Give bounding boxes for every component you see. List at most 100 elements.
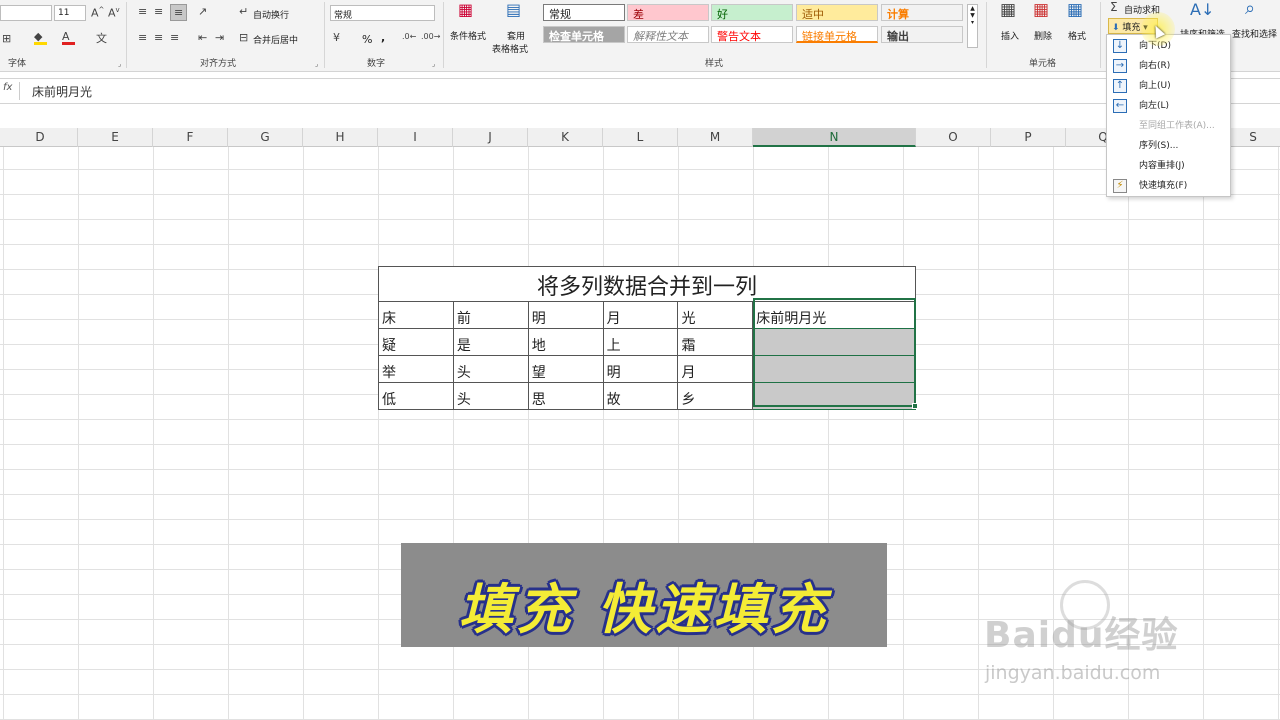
align-middle-icon[interactable]: ≡: [154, 6, 163, 17]
table-cell[interactable]: 故: [602, 382, 679, 410]
increase-decimal-icon[interactable]: .0←: [402, 33, 416, 41]
percent-button[interactable]: %: [362, 33, 372, 46]
insert-cells-button[interactable]: 插入: [1001, 29, 1019, 42]
merge-center-icon[interactable]: ⊟: [239, 32, 248, 43]
column-header-l[interactable]: L: [603, 128, 678, 147]
column-header-h[interactable]: H: [303, 128, 378, 147]
fill-menu-item-3[interactable]: ← 向左(L): [1111, 97, 1227, 115]
table-cell[interactable]: 是: [452, 328, 529, 356]
table-cell[interactable]: 望: [527, 355, 604, 383]
font-size-select[interactable]: 11: [54, 5, 86, 21]
cell-style-5[interactable]: 检查单元格: [543, 26, 625, 43]
orientation-icon[interactable]: ↗: [198, 6, 207, 17]
column-header-p[interactable]: P: [991, 128, 1066, 147]
column-header-m[interactable]: M: [678, 128, 753, 147]
decrease-indent-icon[interactable]: ⇤: [198, 32, 207, 43]
number-format-select[interactable]: 常规: [330, 5, 435, 21]
find-select-button[interactable]: 查找和选择: [1232, 27, 1277, 40]
table-cell[interactable]: 床: [378, 301, 454, 329]
fill-color-icon[interactable]: ◆: [34, 31, 47, 45]
column-header-o[interactable]: O: [916, 128, 991, 147]
table-cell[interactable]: 思: [527, 382, 604, 410]
cell-style-4[interactable]: 计算: [881, 4, 963, 21]
fill-menu-item-5[interactable]: 序列(S)...: [1111, 137, 1227, 155]
table-cell[interactable]: 乡: [677, 382, 754, 410]
align-bottom-icon[interactable]: ≡: [170, 4, 188, 21]
align-top-icon[interactable]: ≡: [138, 6, 147, 17]
column-header-j[interactable]: J: [453, 128, 528, 147]
table-format-icon[interactable]: ▤: [506, 2, 521, 18]
table-cell[interactable]: 举: [378, 355, 454, 383]
column-header-f[interactable]: F: [153, 128, 228, 147]
fill-menu-item-6[interactable]: 内容重排(J): [1111, 157, 1227, 175]
column-header-k[interactable]: K: [528, 128, 603, 147]
styles-scroll[interactable]: ▲ ▼ ▾: [967, 4, 978, 48]
table-format-button-line2[interactable]: 表格格式: [492, 42, 528, 55]
table-cell[interactable]: 明: [602, 355, 679, 383]
table-cell[interactable]: 头: [452, 355, 529, 383]
delete-cells-button[interactable]: 删除: [1034, 29, 1052, 42]
table-cell[interactable]: 地: [527, 328, 604, 356]
increase-indent-icon[interactable]: ⇥: [215, 32, 224, 43]
merged-result-cell[interactable]: 床前明月光: [752, 301, 916, 329]
table-format-button-line1[interactable]: 套用: [507, 29, 525, 42]
align-launcher-icon[interactable]: ⌟: [315, 60, 318, 68]
table-cell[interactable]: 霜: [677, 328, 754, 356]
delete-cells-icon[interactable]: ▦: [1033, 2, 1049, 19]
format-cells-icon[interactable]: ▦: [1067, 2, 1083, 19]
formula-input[interactable]: 床前明月光: [32, 83, 92, 100]
wrap-text-button[interactable]: 自动换行: [253, 8, 289, 21]
table-cell[interactable]: 光: [677, 301, 754, 329]
fill-menu-item-1[interactable]: → 向右(R): [1111, 57, 1227, 75]
merged-result-cell[interactable]: [752, 382, 916, 410]
column-header-d[interactable]: D: [3, 128, 78, 147]
align-center-icon[interactable]: ≡: [154, 32, 163, 43]
merge-center-button[interactable]: 合并后居中: [253, 33, 298, 46]
cell-style-2[interactable]: 好: [711, 4, 793, 21]
number-launcher-icon[interactable]: ⌟: [432, 60, 435, 68]
currency-icon[interactable]: ¥: [333, 32, 340, 43]
format-cells-button[interactable]: 格式: [1068, 29, 1086, 42]
table-cell[interactable]: 月: [602, 301, 679, 329]
cell-style-3[interactable]: 适中: [796, 4, 878, 21]
phonetic-icon[interactable]: 文: [96, 33, 107, 44]
font-name-select[interactable]: [0, 5, 52, 21]
borders-icon[interactable]: ⊞: [2, 33, 11, 44]
fill-handle[interactable]: [912, 403, 918, 409]
fill-menu-item-2[interactable]: ↑ 向上(U): [1111, 77, 1227, 95]
cell-style-8[interactable]: 链接单元格: [796, 26, 878, 43]
insert-cells-icon[interactable]: ▦: [1000, 2, 1016, 19]
table-title[interactable]: 将多列数据合并到一列: [378, 266, 916, 302]
align-right-icon[interactable]: ≡: [170, 32, 179, 43]
cell-style-6[interactable]: 解释性文本: [627, 26, 709, 43]
column-header-e[interactable]: E: [78, 128, 153, 147]
wrap-text-icon[interactable]: ↵: [239, 6, 248, 17]
table-cell[interactable]: 疑: [378, 328, 454, 356]
column-header-g[interactable]: G: [228, 128, 303, 147]
autosum-icon[interactable]: Σ: [1110, 1, 1118, 13]
increase-font-icon[interactable]: A^: [91, 7, 104, 19]
decrease-decimal-icon[interactable]: .00→: [421, 33, 440, 41]
conditional-format-icon[interactable]: ▦: [458, 2, 473, 18]
find-select-icon[interactable]: ⌕: [1245, 0, 1255, 18]
cell-style-7[interactable]: 警告文本: [711, 26, 793, 43]
column-header-n[interactable]: N: [753, 128, 916, 147]
merged-result-cell[interactable]: [752, 355, 916, 383]
fx-icon[interactable]: fx: [0, 82, 20, 100]
table-cell[interactable]: 月: [677, 355, 754, 383]
cell-style-0[interactable]: 常规: [543, 4, 625, 21]
comma-button[interactable]: ,: [381, 31, 385, 44]
cell-style-1[interactable]: 差: [627, 4, 709, 21]
sort-filter-icon[interactable]: A↓: [1190, 2, 1214, 18]
table-cell[interactable]: 低: [378, 382, 454, 410]
font-color-icon[interactable]: A: [62, 31, 75, 45]
table-cell[interactable]: 前: [452, 301, 529, 329]
column-header-i[interactable]: I: [378, 128, 453, 147]
merged-result-cell[interactable]: [752, 328, 916, 356]
table-cell[interactable]: 头: [452, 382, 529, 410]
conditional-format-button[interactable]: 条件格式: [450, 29, 486, 42]
cell-style-9[interactable]: 输出: [881, 26, 963, 43]
table-cell[interactable]: 明: [527, 301, 604, 329]
align-left-icon[interactable]: ≡: [138, 32, 147, 43]
decrease-font-icon[interactable]: Av: [108, 7, 120, 19]
